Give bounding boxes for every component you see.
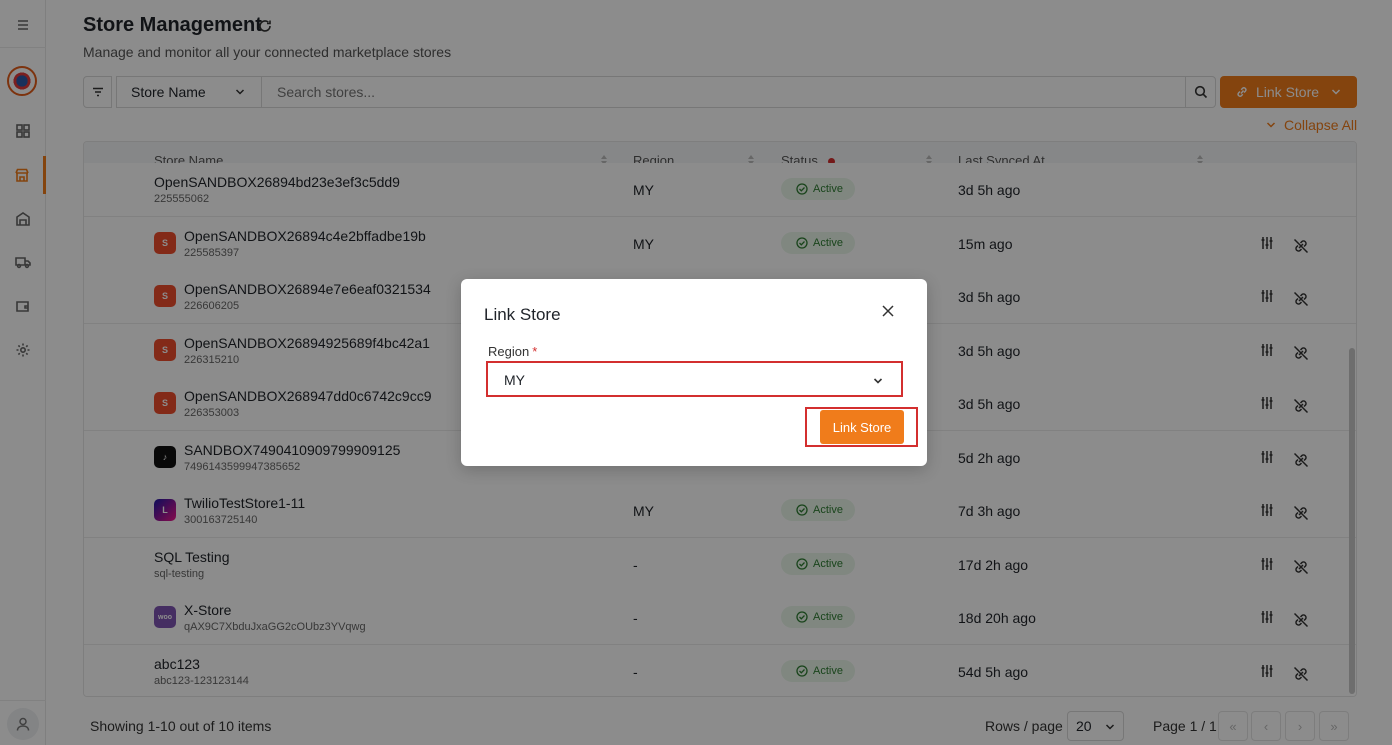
region-select-value: MY (504, 372, 525, 388)
region-field-label: Region * (488, 344, 537, 359)
required-mark: * (532, 344, 538, 359)
dialog-title: Link Store (484, 305, 561, 324)
chevron-down-icon (873, 378, 883, 384)
region-label-text: Region (488, 344, 530, 359)
region-select[interactable]: MY (486, 361, 903, 397)
link-store-dialog: Link Store Region * MY Link Store (461, 279, 927, 466)
close-icon (882, 305, 894, 317)
link-store-submit-button[interactable]: Link Store (820, 410, 904, 444)
close-button[interactable] (879, 302, 897, 320)
